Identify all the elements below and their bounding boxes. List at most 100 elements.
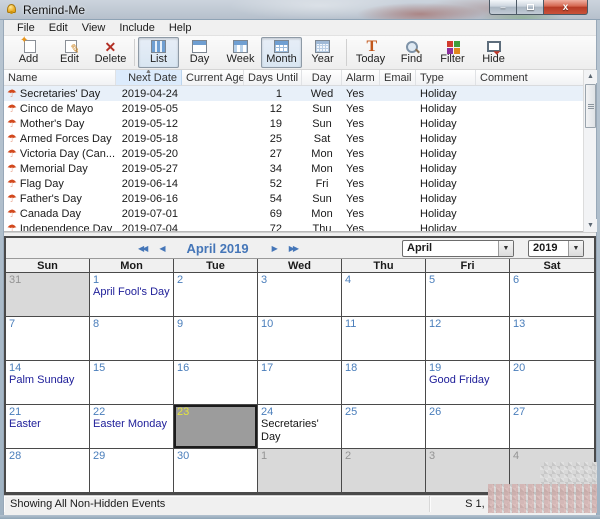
- year-select[interactable]: 2019 ▼: [528, 240, 584, 257]
- day-button[interactable]: Day: [179, 37, 220, 68]
- calendar-day-cell[interactable]: 6: [510, 273, 594, 317]
- status-message: Showing All Non-Hidden Events: [4, 496, 430, 512]
- maximize-button[interactable]: [517, 0, 544, 15]
- calendar-day-cell[interactable]: 23: [174, 405, 258, 449]
- minimize-button[interactable]: –: [489, 0, 517, 15]
- menu-include[interactable]: Include: [112, 21, 161, 35]
- menu-help[interactable]: Help: [162, 21, 199, 35]
- column-header-next-date-label: Next Date: [128, 72, 177, 84]
- next-year-icon[interactable]: ▶▶: [289, 244, 297, 253]
- calendar-day-cell[interactable]: 17: [258, 361, 342, 405]
- days-until-cell: 1: [244, 88, 302, 100]
- column-header-name[interactable]: Name: [4, 70, 116, 85]
- event-bell-icon: ☂: [7, 164, 17, 174]
- calendar-day-cell[interactable]: 1: [258, 449, 342, 493]
- table-row[interactable]: ☂Father's Day2019-06-1654SunYesHoliday: [4, 192, 596, 207]
- table-row[interactable]: ☂Victoria Day (Can...2019-05-2027MonYesH…: [4, 146, 596, 161]
- chevron-down-icon[interactable]: ▼: [568, 241, 583, 256]
- table-row[interactable]: ☂Secretaries' Day2019-04-241WedYesHolida…: [4, 86, 596, 101]
- calendar-day-cell[interactable]: 27: [510, 405, 594, 449]
- delete-button[interactable]: Delete: [90, 37, 131, 68]
- close-button[interactable]: x: [544, 0, 588, 15]
- list-scrollbar[interactable]: ▲ ▼: [583, 70, 596, 232]
- type-cell: Holiday: [416, 193, 476, 205]
- menu-file[interactable]: File: [10, 21, 42, 35]
- calendar-day-cell[interactable]: 29: [90, 449, 174, 493]
- next-month-icon[interactable]: ▶: [272, 244, 276, 253]
- table-row[interactable]: ☂Flag Day2019-06-1452FriYesHoliday: [4, 177, 596, 192]
- calendar-day-cell[interactable]: 14Palm Sunday: [6, 361, 90, 405]
- calendar-day-cell[interactable]: 13: [510, 317, 594, 361]
- next-date-cell: 2019-07-04: [116, 223, 182, 231]
- calendar-day-cell[interactable]: 2: [342, 449, 426, 493]
- find-button[interactable]: Find: [391, 37, 432, 68]
- calendar-day-cell[interactable]: 31: [6, 273, 90, 317]
- calendar-day-cell[interactable]: 3: [258, 273, 342, 317]
- column-header-days-until[interactable]: Days Until: [244, 70, 302, 85]
- table-row[interactable]: ☂Memorial Day2019-05-2734MonYesHoliday: [4, 161, 596, 176]
- calendar-day-cell[interactable]: 10: [258, 317, 342, 361]
- alarm-cell: Yes: [342, 163, 380, 175]
- column-header-type[interactable]: Type: [416, 70, 476, 85]
- calendar-day-cell[interactable]: 26: [426, 405, 510, 449]
- title-bar[interactable]: Remind-Me – x: [0, 0, 600, 20]
- calendar-day-cell[interactable]: 20: [510, 361, 594, 405]
- column-header-next-date[interactable]: ▲ Next Date: [116, 70, 182, 85]
- calendar-day-cell[interactable]: 30: [174, 449, 258, 493]
- filter-button[interactable]: Filter: [432, 37, 473, 68]
- week-button[interactable]: Week: [220, 37, 261, 68]
- hide-button[interactable]: Hide: [473, 37, 514, 68]
- calendar-day-cell[interactable]: 19Good Friday: [426, 361, 510, 405]
- calendar-day-cell[interactable]: 5: [426, 273, 510, 317]
- month-button[interactable]: Month: [261, 37, 302, 68]
- calendar-day-cell[interactable]: 4: [342, 273, 426, 317]
- calendar-day-cell[interactable]: 2: [174, 273, 258, 317]
- calendar-event-label: Easter: [6, 418, 89, 431]
- scroll-up-icon[interactable]: ▲: [584, 70, 597, 83]
- weekday-label: Mon: [90, 259, 174, 273]
- calendar-day-cell[interactable]: 25: [342, 405, 426, 449]
- calendar-day-cell[interactable]: 16: [174, 361, 258, 405]
- calendar-day-cell[interactable]: 11: [342, 317, 426, 361]
- day-cell: Wed: [302, 88, 342, 100]
- table-row[interactable]: ☂Independence Day2019-07-0472ThuYesHolid…: [4, 222, 596, 231]
- calendar-day-cell[interactable]: 24Secretaries' Day: [258, 405, 342, 449]
- table-row[interactable]: ☂Cinco de Mayo2019-05-0512SunYesHoliday: [4, 101, 596, 116]
- column-header-current-age[interactable]: Current Age: [182, 70, 244, 85]
- calendar-day-cell[interactable]: 18: [342, 361, 426, 405]
- list-button[interactable]: List: [138, 37, 179, 68]
- calendar-day-cell[interactable]: 22Easter Monday: [90, 405, 174, 449]
- edit-button[interactable]: Edit: [49, 37, 90, 68]
- column-header-email[interactable]: Email: [380, 70, 416, 85]
- calendar-day-cell[interactable]: 1April Fool's Day: [90, 273, 174, 317]
- alarm-cell: Yes: [342, 148, 380, 160]
- scrollbar-thumb[interactable]: [585, 84, 596, 128]
- calendar-day-cell[interactable]: 21Easter: [6, 405, 90, 449]
- day-number: 24: [258, 405, 341, 418]
- menu-view[interactable]: View: [75, 21, 113, 35]
- calendar-day-cell[interactable]: 12: [426, 317, 510, 361]
- calendar-day-cell[interactable]: 28: [6, 449, 90, 493]
- chevron-down-icon[interactable]: ▼: [498, 241, 513, 256]
- month-select[interactable]: April ▼: [402, 240, 514, 257]
- prev-year-icon[interactable]: ◀◀: [138, 244, 146, 253]
- scroll-down-icon[interactable]: ▼: [584, 219, 597, 232]
- table-row[interactable]: ☂Canada Day2019-07-0169MonYesHoliday: [4, 207, 596, 222]
- table-row[interactable]: ☂Armed Forces Day2019-05-1825SatYesHolid…: [4, 131, 596, 146]
- column-header-comment[interactable]: Comment: [476, 70, 596, 85]
- prev-month-icon[interactable]: ◀: [159, 244, 163, 253]
- menu-edit[interactable]: Edit: [42, 21, 75, 35]
- day-number: 20: [510, 361, 594, 374]
- alarm-cell: Yes: [342, 223, 380, 231]
- calendar-day-cell[interactable]: 7: [6, 317, 90, 361]
- table-row[interactable]: ☂Mother's Day2019-05-1219SunYesHoliday: [4, 116, 596, 131]
- today-button[interactable]: Today: [350, 37, 391, 68]
- calendar-day-cell[interactable]: 9: [174, 317, 258, 361]
- add-button[interactable]: Add: [8, 37, 49, 68]
- calendar-day-cell[interactable]: 15: [90, 361, 174, 405]
- calendar-day-cell[interactable]: 8: [90, 317, 174, 361]
- day-number: 1: [90, 273, 173, 286]
- column-header-day[interactable]: Day: [302, 70, 342, 85]
- year-button[interactable]: Year: [302, 37, 343, 68]
- column-header-alarm[interactable]: Alarm: [342, 70, 380, 85]
